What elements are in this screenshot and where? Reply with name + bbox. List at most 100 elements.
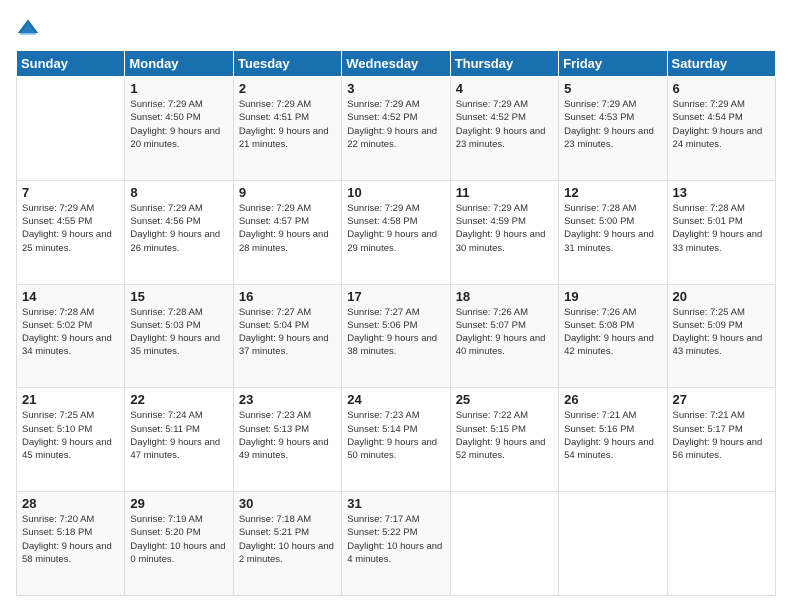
calendar-header-friday: Friday [559, 51, 667, 77]
day-info: Sunrise: 7:28 AM Sunset: 5:02 PM Dayligh… [22, 306, 119, 359]
calendar-cell: 8 Sunrise: 7:29 AM Sunset: 4:56 PM Daylig… [125, 180, 233, 284]
day-number: 5 [564, 81, 661, 96]
day-info: Sunrise: 7:27 AM Sunset: 5:04 PM Dayligh… [239, 306, 336, 359]
day-number: 19 [564, 289, 661, 304]
calendar-cell: 12 Sunrise: 7:28 AM Sunset: 5:00 PM Dayli… [559, 180, 667, 284]
day-number: 3 [347, 81, 444, 96]
calendar-header-monday: Monday [125, 51, 233, 77]
calendar-cell: 14 Sunrise: 7:28 AM Sunset: 5:02 PM Dayli… [17, 284, 125, 388]
day-number: 13 [673, 185, 770, 200]
day-info: Sunrise: 7:29 AM Sunset: 4:55 PM Dayligh… [22, 202, 119, 255]
day-info: Sunrise: 7:27 AM Sunset: 5:06 PM Dayligh… [347, 306, 444, 359]
calendar-cell: 28 Sunrise: 7:20 AM Sunset: 5:18 PM Dayli… [17, 492, 125, 596]
day-number: 22 [130, 392, 227, 407]
calendar-cell: 17 Sunrise: 7:27 AM Sunset: 5:06 PM Dayli… [342, 284, 450, 388]
day-info: Sunrise: 7:26 AM Sunset: 5:07 PM Dayligh… [456, 306, 553, 359]
day-number: 20 [673, 289, 770, 304]
calendar-cell [450, 492, 558, 596]
day-number: 16 [239, 289, 336, 304]
calendar-week-5: 28 Sunrise: 7:20 AM Sunset: 5:18 PM Dayli… [17, 492, 776, 596]
calendar-cell: 21Sunrise: 7:25 AM Sunset: 5:10 PM Dayli… [17, 388, 125, 492]
day-info: Sunrise: 7:29 AM Sunset: 4:52 PM Dayligh… [456, 98, 553, 151]
calendar-cell: 6 Sunrise: 7:29 AM Sunset: 4:54 PM Daylig… [667, 77, 775, 181]
day-number: 23 [239, 392, 336, 407]
day-number: 24 [347, 392, 444, 407]
day-number: 31 [347, 496, 444, 511]
day-number: 14 [22, 289, 119, 304]
calendar-cell: 19 Sunrise: 7:26 AM Sunset: 5:08 PM Dayli… [559, 284, 667, 388]
day-number: 9 [239, 185, 336, 200]
day-info: Sunrise: 7:28 AM Sunset: 5:03 PM Dayligh… [130, 306, 227, 359]
calendar-week-2: 7 Sunrise: 7:29 AM Sunset: 4:55 PM Daylig… [17, 180, 776, 284]
day-info: Sunrise: 7:23 AM Sunset: 5:13 PM Dayligh… [239, 409, 336, 462]
calendar-header-sunday: Sunday [17, 51, 125, 77]
calendar-cell: 26 Sunrise: 7:21 AM Sunset: 5:16 PM Dayli… [559, 388, 667, 492]
calendar-cell: 4 Sunrise: 7:29 AM Sunset: 4:52 PM Daylig… [450, 77, 558, 181]
calendar-cell: 16 Sunrise: 7:27 AM Sunset: 5:04 PM Dayli… [233, 284, 341, 388]
day-info: Sunrise: 7:24 AM Sunset: 5:11 PM Dayligh… [130, 409, 227, 462]
day-info: Sunrise: 7:17 AM Sunset: 5:22 PM Dayligh… [347, 513, 444, 566]
day-number: 28 [22, 496, 119, 511]
day-info: Sunrise: 7:29 AM Sunset: 4:56 PM Dayligh… [130, 202, 227, 255]
day-number: 26 [564, 392, 661, 407]
calendar-cell: 10Sunrise: 7:29 AM Sunset: 4:58 PM Dayli… [342, 180, 450, 284]
day-number: 30 [239, 496, 336, 511]
calendar-header-saturday: Saturday [667, 51, 775, 77]
calendar-cell: 20 Sunrise: 7:25 AM Sunset: 5:09 PM Dayli… [667, 284, 775, 388]
day-number: 11 [456, 185, 553, 200]
calendar-week-1: 1Sunrise: 7:29 AM Sunset: 4:50 PM Daylig… [17, 77, 776, 181]
logo [16, 16, 44, 40]
day-number: 8 [130, 185, 227, 200]
calendar-cell: 23 Sunrise: 7:23 AM Sunset: 5:13 PM Dayli… [233, 388, 341, 492]
day-info: Sunrise: 7:28 AM Sunset: 5:01 PM Dayligh… [673, 202, 770, 255]
day-number: 4 [456, 81, 553, 96]
calendar-cell: 5 Sunrise: 7:29 AM Sunset: 4:53 PM Daylig… [559, 77, 667, 181]
calendar-cell: 3 Sunrise: 7:29 AM Sunset: 4:52 PM Daylig… [342, 77, 450, 181]
day-number: 18 [456, 289, 553, 304]
day-number: 25 [456, 392, 553, 407]
day-info: Sunrise: 7:29 AM Sunset: 4:52 PM Dayligh… [347, 98, 444, 151]
day-info: Sunrise: 7:25 AM Sunset: 5:09 PM Dayligh… [673, 306, 770, 359]
day-number: 21 [22, 392, 119, 407]
day-info: Sunrise: 7:21 AM Sunset: 5:17 PM Dayligh… [673, 409, 770, 462]
day-info: Sunrise: 7:29 AM Sunset: 4:59 PM Dayligh… [456, 202, 553, 255]
day-number: 1 [130, 81, 227, 96]
calendar-cell: 11 Sunrise: 7:29 AM Sunset: 4:59 PM Dayli… [450, 180, 558, 284]
calendar: SundayMondayTuesdayWednesdayThursdayFrid… [16, 50, 776, 596]
calendar-week-4: 21Sunrise: 7:25 AM Sunset: 5:10 PM Dayli… [17, 388, 776, 492]
day-info: Sunrise: 7:26 AM Sunset: 5:08 PM Dayligh… [564, 306, 661, 359]
calendar-cell: 18 Sunrise: 7:26 AM Sunset: 5:07 PM Dayli… [450, 284, 558, 388]
day-info: Sunrise: 7:29 AM Sunset: 4:54 PM Dayligh… [673, 98, 770, 151]
day-info: Sunrise: 7:20 AM Sunset: 5:18 PM Dayligh… [22, 513, 119, 566]
calendar-cell [17, 77, 125, 181]
calendar-cell: 9Sunrise: 7:29 AM Sunset: 4:57 PM Daylig… [233, 180, 341, 284]
day-info: Sunrise: 7:22 AM Sunset: 5:15 PM Dayligh… [456, 409, 553, 462]
day-number: 17 [347, 289, 444, 304]
calendar-cell: 7 Sunrise: 7:29 AM Sunset: 4:55 PM Daylig… [17, 180, 125, 284]
day-number: 6 [673, 81, 770, 96]
calendar-cell: 22 Sunrise: 7:24 AM Sunset: 5:11 PM Dayli… [125, 388, 233, 492]
day-info: Sunrise: 7:21 AM Sunset: 5:16 PM Dayligh… [564, 409, 661, 462]
calendar-cell: 30Sunrise: 7:18 AM Sunset: 5:21 PM Dayli… [233, 492, 341, 596]
calendar-cell: 13 Sunrise: 7:28 AM Sunset: 5:01 PM Dayli… [667, 180, 775, 284]
calendar-week-3: 14 Sunrise: 7:28 AM Sunset: 5:02 PM Dayli… [17, 284, 776, 388]
calendar-cell: 24Sunrise: 7:23 AM Sunset: 5:14 PM Dayli… [342, 388, 450, 492]
day-number: 7 [22, 185, 119, 200]
calendar-cell [559, 492, 667, 596]
calendar-cell: 2Sunrise: 7:29 AM Sunset: 4:51 PM Daylig… [233, 77, 341, 181]
day-info: Sunrise: 7:29 AM Sunset: 4:58 PM Dayligh… [347, 202, 444, 255]
day-info: Sunrise: 7:29 AM Sunset: 4:53 PM Dayligh… [564, 98, 661, 151]
calendar-cell: 25 Sunrise: 7:22 AM Sunset: 5:15 PM Dayli… [450, 388, 558, 492]
calendar-cell: 29Sunrise: 7:19 AM Sunset: 5:20 PM Dayli… [125, 492, 233, 596]
calendar-header-thursday: Thursday [450, 51, 558, 77]
calendar-header-tuesday: Tuesday [233, 51, 341, 77]
calendar-header-wednesday: Wednesday [342, 51, 450, 77]
day-number: 15 [130, 289, 227, 304]
day-info: Sunrise: 7:28 AM Sunset: 5:00 PM Dayligh… [564, 202, 661, 255]
day-number: 12 [564, 185, 661, 200]
day-number: 2 [239, 81, 336, 96]
calendar-cell: 15 Sunrise: 7:28 AM Sunset: 5:03 PM Dayli… [125, 284, 233, 388]
logo-icon [16, 16, 40, 40]
day-number: 29 [130, 496, 227, 511]
calendar-cell: 31 Sunrise: 7:17 AM Sunset: 5:22 PM Dayli… [342, 492, 450, 596]
